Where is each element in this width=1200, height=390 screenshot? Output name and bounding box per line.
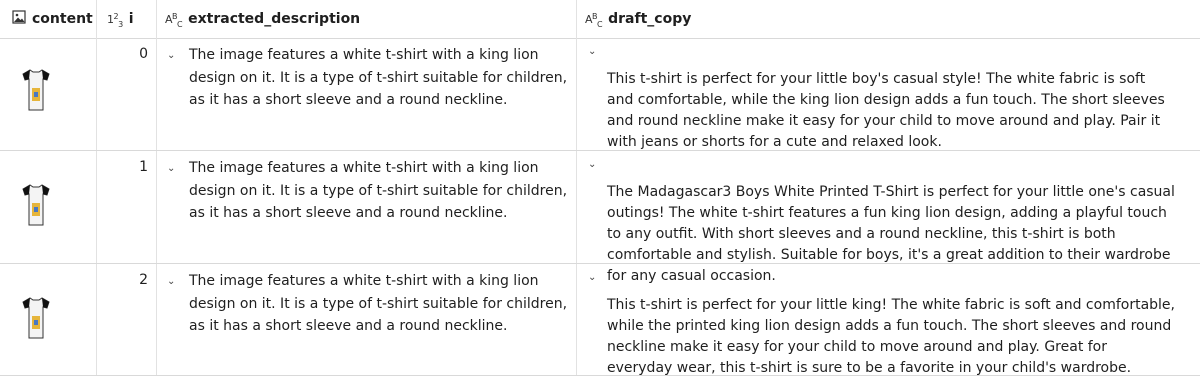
chevron-down-icon[interactable]: ⌄: [167, 163, 175, 174]
draft-copy-text: This t-shirt is perfect for your little …: [607, 297, 1175, 376]
image-icon: [12, 10, 26, 28]
content-cell: [0, 151, 97, 263]
table-header: content 123 i ABC extracted_description …: [0, 0, 1200, 39]
content-cell: [0, 264, 97, 375]
draft-copy-cell: ⌄ The Madagascar3 Boys White Printed T-S…: [577, 151, 1200, 284]
index-cell: 1: [97, 151, 157, 263]
column-label: extracted_description: [188, 11, 361, 27]
draft-copy-text: This t-shirt is perfect for your little …: [607, 71, 1165, 150]
draft-copy-cell: ⌄ This t-shirt is perfect for your littl…: [577, 38, 1200, 150]
column-label: content: [32, 11, 93, 27]
column-label: i: [128, 11, 134, 27]
extracted-description-text: The image features a white t-shirt with …: [189, 47, 568, 108]
index-cell: 0: [97, 38, 157, 150]
chevron-down-icon[interactable]: ⌄: [588, 159, 596, 170]
extracted-description-text: The image features a white t-shirt with …: [189, 160, 568, 221]
tshirt-thumbnail-icon: [22, 184, 50, 226]
table-row[interactable]: 2 ⌄ The image features a white t-shirt w…: [0, 264, 1200, 376]
row-index: 0: [139, 46, 148, 62]
integer-type-icon: 123: [107, 11, 123, 29]
chevron-down-icon[interactable]: ⌄: [588, 46, 596, 57]
chevron-down-icon[interactable]: ⌄: [167, 50, 175, 61]
chevron-down-icon[interactable]: ⌄: [167, 276, 175, 287]
column-header-extracted-description[interactable]: ABC extracted_description: [157, 0, 577, 38]
column-label: draft_copy: [608, 11, 692, 27]
table-row[interactable]: 1 ⌄ The image features a white t-shirt w…: [0, 151, 1200, 284]
extracted-description-text: The image features a white t-shirt with …: [189, 273, 568, 334]
chevron-down-icon[interactable]: ⌄: [588, 272, 596, 283]
string-type-icon: ABC: [585, 11, 603, 29]
extracted-description-cell: ⌄ The image features a white t-shirt wit…: [157, 38, 577, 150]
index-cell: 2: [97, 264, 157, 375]
row-index: 1: [139, 159, 148, 175]
tshirt-thumbnail-icon: [22, 69, 50, 111]
extracted-description-cell: ⌄ The image features a white t-shirt wit…: [157, 151, 577, 263]
column-header-draft-copy[interactable]: ABC draft_copy: [577, 0, 1200, 38]
column-header-i[interactable]: 123 i: [97, 0, 157, 38]
draft-copy-cell: ⌄ This t-shirt is perfect for your littl…: [577, 264, 1200, 376]
column-header-content[interactable]: content: [0, 0, 97, 38]
extracted-description-cell: ⌄ The image features a white t-shirt wit…: [157, 264, 577, 375]
string-type-icon: ABC: [165, 11, 183, 29]
tshirt-thumbnail-icon: [22, 297, 50, 339]
table-row[interactable]: 0 ⌄ The image features a white t-shirt w…: [0, 38, 1200, 151]
content-cell: [0, 38, 97, 150]
row-index: 2: [139, 272, 148, 288]
